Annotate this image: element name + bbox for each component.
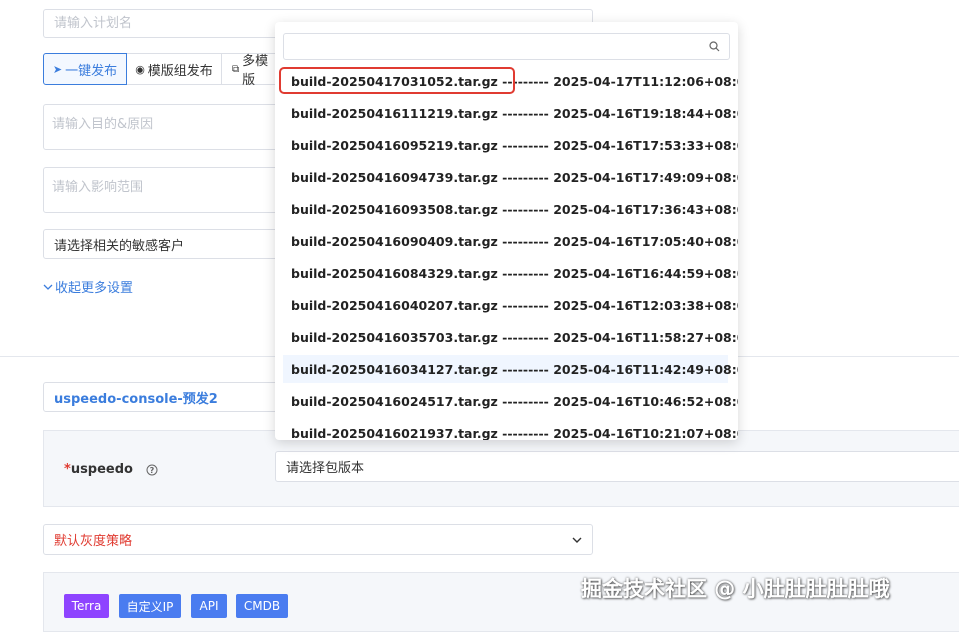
dropdown-option[interactable]: build-20250416111219.tar.gz --------- 20… [283,99,738,127]
dropdown-option[interactable]: build-20250416034127.tar.gz --------- 20… [283,355,738,383]
terra-tag-label: Terra [71,599,102,613]
highlight-box [279,67,515,94]
chevron-down-icon [43,284,53,290]
package-version-select[interactable]: 请选择包版本 [275,451,959,482]
purpose-textarea[interactable]: 请输入目的&原因 [43,104,283,150]
terra-tag[interactable]: Terra [64,594,109,618]
multi-template-publish-button[interactable]: ⧉ 多模版 [222,53,282,88]
search-icon [709,41,720,52]
sensitive-customer-select[interactable]: 请选择相关的敏感客户 [43,229,283,259]
required-mark: * [64,462,71,477]
api-tag-label: API [199,599,219,613]
gray-strategy-value: 默认灰度策略 [54,534,133,549]
cmdb-tag-label: CMDB [243,599,281,613]
chevron-down-icon [572,537,582,543]
purpose-placeholder: 请输入目的&原因 [52,117,154,132]
plan-name-placeholder: 请输入计划名 [54,16,133,31]
impact-textarea[interactable]: 请输入影响范围 [43,167,283,213]
service-label: * uspeedo ? [64,462,158,477]
watermark-text: 掘金技术社区 @ 小肚肚肚肚肚哦 [581,577,890,601]
cmdb-tag[interactable]: CMDB [236,594,288,618]
package-version-placeholder: 请选择包版本 [286,461,365,476]
dropdown-option[interactable]: build-20250416084329.tar.gz --------- 20… [283,259,738,287]
environment-value: uspeedo-console-预发2 [54,391,218,407]
dropdown-option[interactable]: build-20250416021937.tar.gz --------- 20… [283,419,738,441]
template-group-publish-label: 模版组发布 [147,63,213,79]
copy-icon: ⧉ [232,63,240,75]
environment-select[interactable]: uspeedo-console-预发2 [43,382,283,412]
impact-placeholder: 请输入影响范围 [52,180,144,195]
sensitive-customer-placeholder: 请选择相关的敏感客户 [54,238,185,254]
dropdown-option[interactable]: build-20250416035703.tar.gz --------- 20… [283,323,738,351]
custom-ip-tag-label: 自定义IP [126,599,174,614]
dropdown-option[interactable]: build-20250416040207.tar.gz --------- 20… [283,291,738,319]
globe-icon: ◉ [135,62,145,76]
custom-ip-tag[interactable]: 自定义IP [119,594,181,618]
watermark: 掘金技术社区 @ 小肚肚肚肚肚哦 [581,573,890,603]
question-circle-icon[interactable]: ? [146,464,158,476]
template-group-publish-button[interactable]: ◉ 模版组发布 [127,53,222,85]
dropdown-option[interactable]: build-20250416024517.tar.gz --------- 20… [283,387,738,415]
dropdown-option[interactable]: build-20250416093508.tar.gz --------- 20… [283,195,738,223]
dropdown-option[interactable]: build-20250416095219.tar.gz --------- 20… [283,131,738,159]
one-click-publish-label: 一键发布 [65,63,118,79]
one-click-publish-button[interactable]: ➤ 一键发布 [43,53,127,85]
dropdown-option[interactable]: build-20250416090409.tar.gz --------- 20… [283,227,738,255]
bird-icon: ➤ [52,62,63,76]
api-tag[interactable]: API [191,594,227,618]
gray-strategy-select[interactable]: 默认灰度策略 [43,524,593,555]
collapse-more-settings-label: 收起更多设置 [55,281,134,296]
dropdown-search-input[interactable] [283,33,730,60]
svg-text:?: ? [150,466,155,475]
collapse-more-settings-link[interactable]: 收起更多设置 [43,277,133,296]
dropdown-option[interactable]: build-20250416094739.tar.gz --------- 20… [283,163,738,191]
service-name: uspeedo [70,462,133,477]
